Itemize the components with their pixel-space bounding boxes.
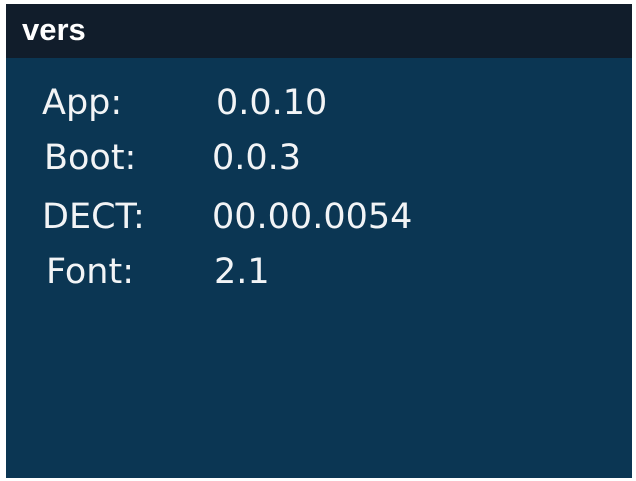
- boot-version-value: 0.0.3: [212, 138, 302, 178]
- dect-version-value: 00.00.0054: [212, 197, 413, 237]
- screen-title: vers: [22, 12, 86, 47]
- font-version-label: Font:: [46, 252, 134, 292]
- font-version-value: 2.1: [214, 252, 270, 292]
- boot-version-label: Boot:: [44, 138, 137, 178]
- dect-version-label: DECT:: [42, 197, 145, 237]
- app-version-label: App:: [42, 83, 123, 123]
- title-bar: vers: [6, 4, 632, 58]
- app-version-value: 0.0.10: [216, 83, 328, 123]
- device-screen: vers App: 0.0.10 Boot: 0.0.3 DECT: 00.00…: [6, 4, 632, 478]
